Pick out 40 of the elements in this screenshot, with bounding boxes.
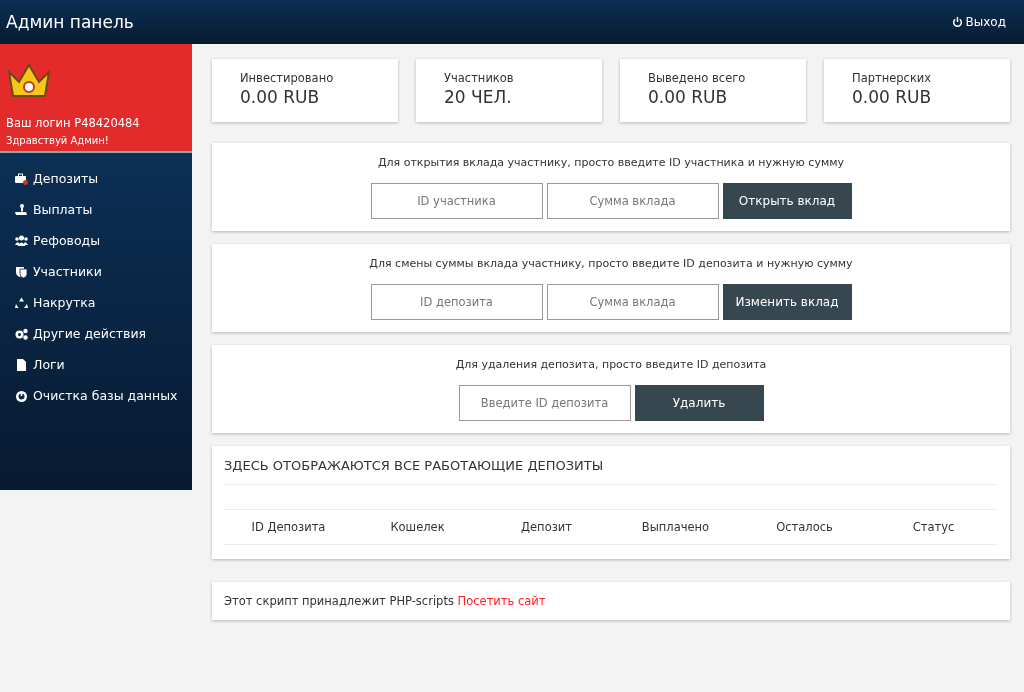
- input-field[interactable]: ID участника: [370, 183, 543, 219]
- document-icon: [15, 358, 28, 371]
- greeting-text: Здравствуй Админ!: [6, 135, 109, 146]
- stat-value: 0.00 RUB: [852, 87, 933, 107]
- app-title: Админ панель: [6, 12, 134, 32]
- submit-button[interactable]: Открыть вклад: [722, 183, 852, 219]
- gears-icon: [15, 327, 28, 340]
- users-icon: [15, 234, 28, 247]
- input-field[interactable]: ID депозита: [370, 284, 543, 320]
- form-instruction: Для открытия вклада участнику, просто введите ID участника и нужную сумму: [377, 156, 845, 169]
- briefcase-icon: [15, 172, 28, 185]
- visit-site-link[interactable]: Посетить сайт: [457, 594, 546, 608]
- stat-value: 0.00 RUB: [240, 87, 321, 107]
- input-field[interactable]: Сумма вклада: [546, 183, 719, 219]
- column-header: Депозит: [521, 520, 572, 534]
- stat-label: Инвестировано: [240, 71, 335, 85]
- stat-value: 0.00 RUB: [648, 87, 729, 107]
- power-icon: [951, 16, 963, 28]
- sidebar-item[interactable]: Очистка базы данных: [0, 370, 178, 411]
- power-icon: [15, 389, 28, 402]
- column-header: Выплачено: [641, 520, 710, 534]
- stat-label: Выведено всего: [648, 71, 747, 85]
- input-field[interactable]: Введите ID депозита: [458, 385, 631, 421]
- column-header: Статус: [912, 520, 955, 534]
- column-header: Кошелек: [390, 520, 445, 534]
- column-header: ID Депозита: [251, 520, 326, 534]
- form-instruction: Для смены суммы вклада участнику, просто введите ID депозита и нужную сумму: [369, 257, 853, 270]
- login-text: Ваш логин P48420484: [6, 116, 140, 130]
- form-instruction: Для удаления депозита, просто введите ID депозита: [455, 358, 767, 371]
- column-header: Осталось: [776, 520, 833, 534]
- sidebar-item[interactable]: Накрутка: [0, 277, 96, 318]
- submit-button[interactable]: Удалить: [634, 385, 764, 421]
- stat-label: Партнерских: [852, 71, 933, 85]
- stat-value: 20 ЧЕЛ.: [444, 87, 513, 107]
- input-field[interactable]: Сумма вклада: [546, 284, 719, 320]
- footer-text: Этот скрипт принадлежит PHP-scripts Посетить сайт: [224, 594, 546, 608]
- logout-link[interactable]: Выход: [951, 15, 1006, 29]
- submit-button[interactable]: Изменить вклад: [722, 284, 852, 320]
- panel-title: ЗДЕСЬ ОТОБРАЖАЮТСЯ ВСЕ РАБОТАЮЩИЕ ДЕПОЗИТЫ: [224, 458, 998, 485]
- stat-label: Участников: [444, 71, 515, 85]
